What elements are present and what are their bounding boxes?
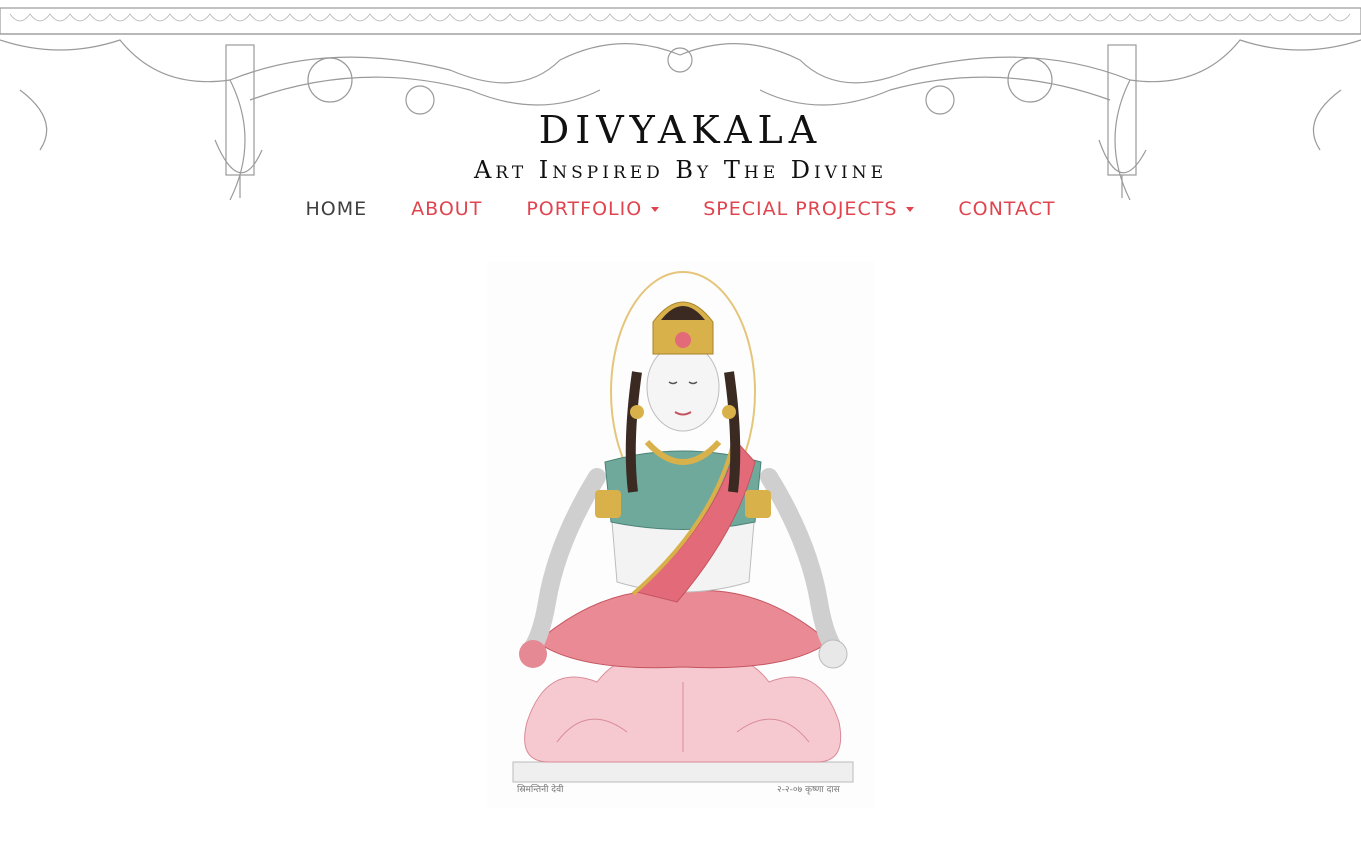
main-nav: HOME ABOUT PORTFOLIO SPECIAL PROJECTS CO… xyxy=(0,196,1361,222)
nav-portfolio-dropdown[interactable]: PORTFOLIO xyxy=(526,196,660,222)
brand-block: DIVYAKALA Art Inspired By The Divine xyxy=(0,108,1361,184)
nav-home-label: HOME xyxy=(305,198,368,220)
nav-about-label: ABOUT xyxy=(411,198,483,220)
nav-contact[interactable]: CONTACT xyxy=(958,196,1055,222)
nav-home[interactable]: HOME xyxy=(306,196,368,222)
caret-down-icon xyxy=(651,206,660,212)
nav-about[interactable]: ABOUT xyxy=(411,196,482,222)
nav-special-projects-dropdown[interactable]: SPECIAL PROJECTS xyxy=(703,196,915,222)
site-header: DIVYAKALA Art Inspired By The Divine HOM… xyxy=(0,0,1361,240)
caret-down-icon xyxy=(906,206,915,212)
featured-artwork-image: स्रिमन्तिनी देवी २-२-०७ कृष्णा दास xyxy=(487,262,875,808)
artwork-signature-right: २-२-०७ कृष्णा दास xyxy=(777,785,841,795)
artwork-signature-left: स्रिमन्तिनी देवी xyxy=(517,783,564,795)
nav-special-projects-label: SPECIAL PROJECTS xyxy=(703,198,898,220)
nav-contact-label: CONTACT xyxy=(958,198,1056,220)
site-tagline: Art Inspired By The Divine xyxy=(473,156,888,184)
site-title[interactable]: DIVYAKALA xyxy=(0,108,1361,152)
nav-portfolio-label: PORTFOLIO xyxy=(526,198,643,220)
